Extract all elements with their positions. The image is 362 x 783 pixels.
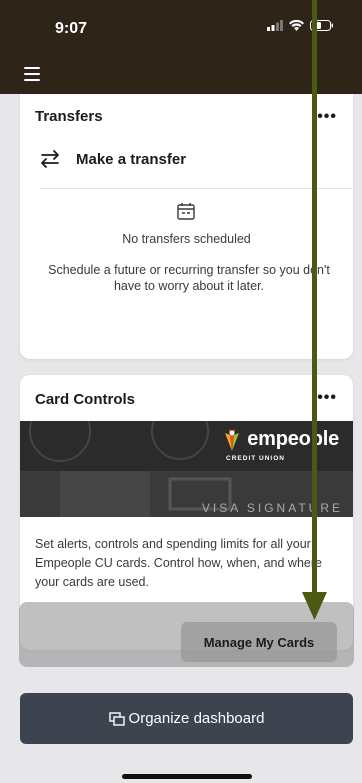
organize-icon	[108, 711, 125, 726]
card-type-label: VISA SIGNATURE	[201, 501, 343, 515]
make-transfer-row[interactable]: Make a transfer	[38, 144, 186, 174]
status-icons	[267, 20, 334, 31]
transfers-title: Transfers	[35, 108, 103, 125]
calendar-icon	[177, 203, 195, 220]
more-options-icon[interactable]: •••	[317, 389, 337, 407]
divider	[40, 188, 353, 189]
transfers-card: Transfers ••• Make a transfer No transfe…	[20, 94, 353, 359]
card-controls-title: Card Controls	[35, 391, 136, 408]
empeople-logo: empeople	[221, 427, 339, 451]
transfer-arrows-icon	[41, 150, 59, 168]
status-time: 9:07	[55, 20, 88, 37]
no-transfers-text: No transfers scheduled	[122, 232, 251, 246]
more-options-icon[interactable]: •••	[317, 108, 337, 126]
organize-dashboard-button[interactable]: Organize dashboard	[20, 693, 353, 744]
status-bar: 9:07	[0, 0, 362, 56]
card-image-banner: empeople CREDIT UNION VISA SIGNATURE	[20, 421, 353, 517]
signal-icon	[267, 20, 283, 31]
brand-subtitle: CREDIT UNION	[226, 455, 285, 462]
card-controls-description: Set alerts, controls and spending limits…	[35, 537, 322, 589]
wifi-icon	[289, 20, 304, 31]
nav-bar	[0, 56, 362, 94]
manage-my-cards-button[interactable]: Manage My Cards	[181, 622, 337, 662]
empeople-logo-icon	[225, 429, 240, 451]
make-transfer-label: Make a transfer	[76, 150, 187, 168]
battery-icon	[310, 20, 333, 31]
transfers-empty-description: Schedule a future or recurring transfer …	[48, 263, 330, 293]
home-indicator	[122, 774, 252, 779]
brand-name: empeople	[247, 427, 339, 450]
hamburger-menu-icon[interactable]	[24, 67, 40, 81]
organize-dashboard-label: Organize dashboard	[128, 710, 265, 727]
